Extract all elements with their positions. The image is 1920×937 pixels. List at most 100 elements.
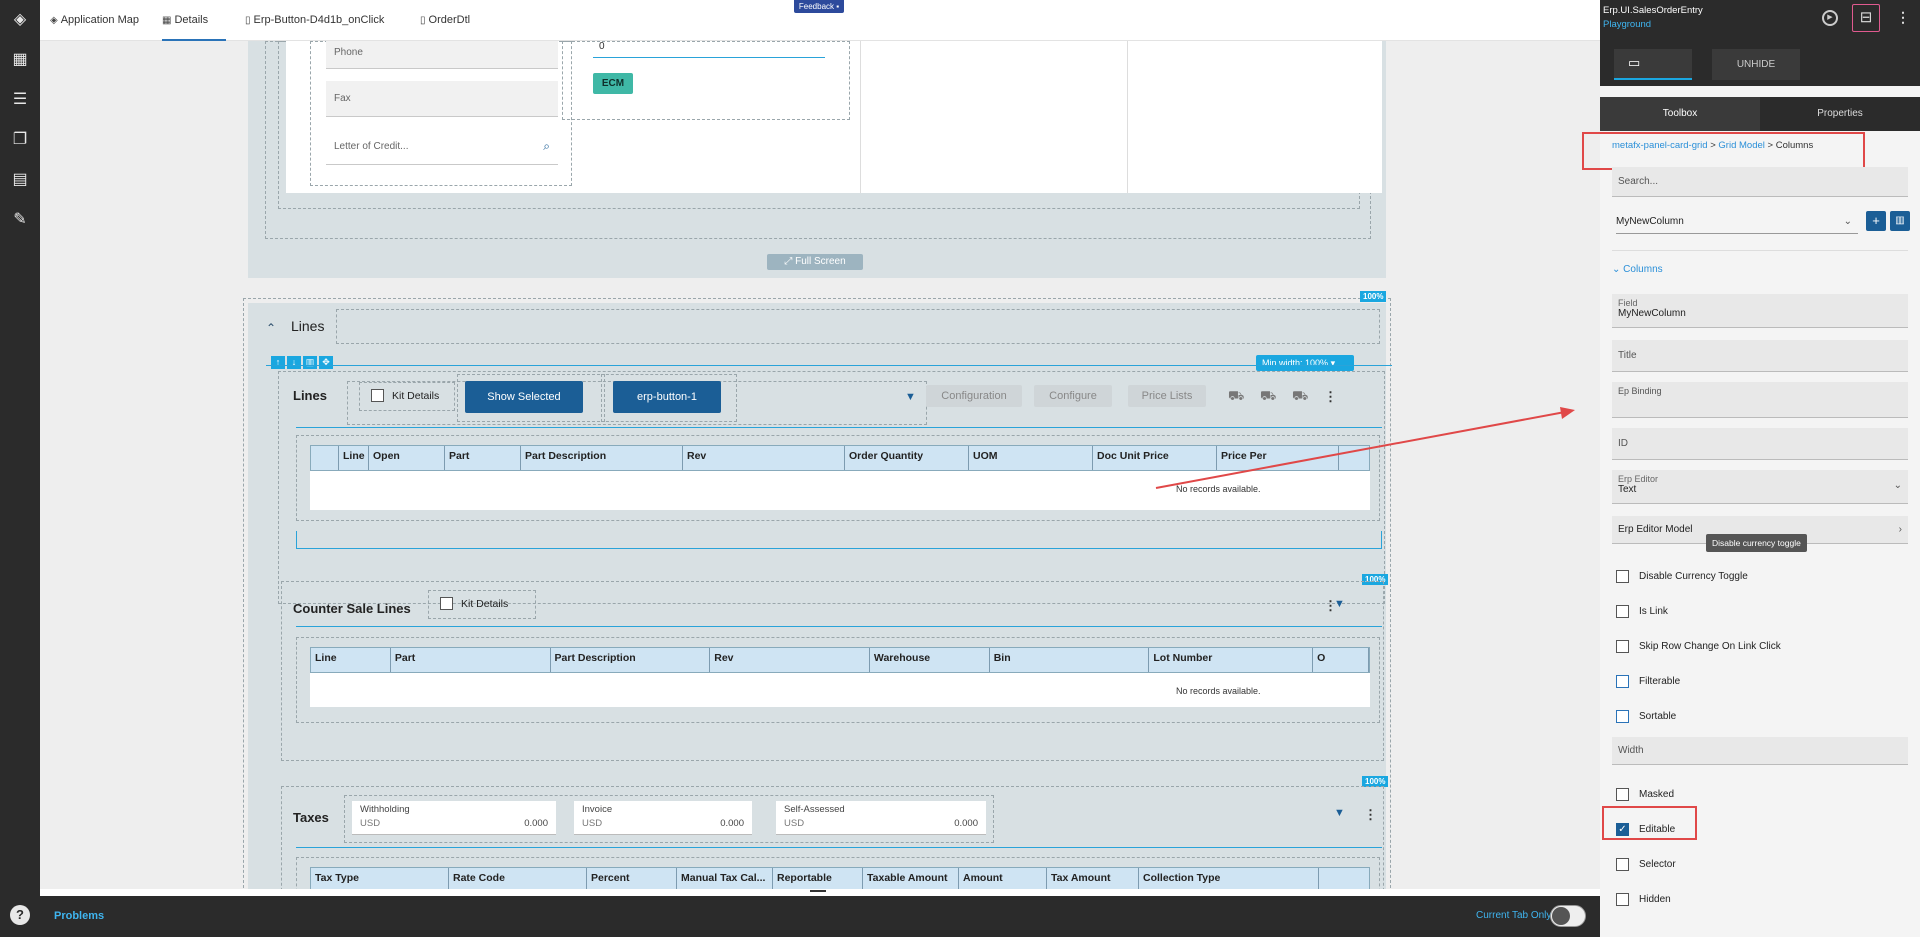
self-assessed-field[interactable]: Self-Assessed USD 0.000	[776, 801, 986, 835]
counter-more-icon[interactable]: ⋮	[1324, 598, 1337, 614]
ecm-button[interactable]: ECM	[593, 73, 633, 94]
layout-icon[interactable]: ▦	[10, 50, 30, 70]
checkbox-box[interactable]	[1616, 893, 1629, 906]
chat-icon: ▪	[836, 2, 840, 11]
arrow-up-icon[interactable]: ↑	[271, 356, 285, 369]
taxes-title: Taxes	[293, 810, 329, 825]
save-icon[interactable]: ⊟	[1852, 4, 1880, 32]
filter-icon[interactable]: ▼	[905, 391, 916, 403]
table-icon[interactable]: ▤	[10, 170, 30, 190]
ep-binding-input[interactable]: Ep Binding	[1612, 382, 1908, 418]
arrow-down-icon[interactable]: ↓	[287, 356, 301, 369]
search-input[interactable]: Search...	[1612, 167, 1908, 197]
tab-details[interactable]: ▦ Details	[162, 14, 226, 41]
column-header[interactable]: Order Quantity	[845, 446, 969, 470]
column-header[interactable]: Part	[445, 446, 521, 470]
search-doc-icon[interactable]: ⌕	[543, 139, 550, 154]
configuration-button[interactable]: Configuration	[926, 385, 1022, 407]
width-input[interactable]: Width	[1612, 737, 1908, 765]
numeric-field[interactable]: 0	[593, 41, 825, 58]
checkbox-box[interactable]	[1616, 640, 1629, 653]
menu-dots-icon[interactable]: ⋮	[1896, 9, 1910, 26]
cube-icon: ◈	[50, 15, 58, 26]
column-header[interactable]: Warehouse	[870, 648, 990, 672]
laptop-icon[interactable]: ▭	[1614, 49, 1692, 80]
feedback-button[interactable]: Feedback ▪	[794, 0, 844, 13]
checkbox-is-link[interactable]: Is Link	[1616, 605, 1668, 618]
taxes-more-icon[interactable]: ⋮	[1364, 807, 1377, 823]
checkbox-box[interactable]	[1616, 788, 1629, 801]
current-tab-only-toggle[interactable]	[1550, 905, 1586, 927]
erp-button-1[interactable]: erp-button-1	[613, 381, 721, 413]
pages-icon[interactable]: ❐	[10, 130, 30, 150]
column-header[interactable]: Line	[339, 446, 369, 470]
column-header[interactable]: Line	[311, 648, 391, 672]
field-input[interactable]: Field MyNewColumn	[1612, 294, 1908, 328]
column-header[interactable]: Rev	[683, 446, 845, 470]
select-column[interactable]	[311, 446, 339, 470]
checkbox-box[interactable]	[1616, 675, 1629, 688]
delete-icon[interactable]: ▥	[303, 356, 317, 369]
checkbox-disable-currency-toggle[interactable]: Disable Currency Toggle	[1616, 570, 1748, 583]
column-header[interactable]: Bin	[990, 648, 1150, 672]
column-header[interactable]: UOM	[969, 446, 1093, 470]
edit-doc-icon[interactable]: ✎	[10, 210, 30, 230]
annotation-arrow	[1155, 407, 1575, 489]
column-header[interactable]: Rev	[710, 648, 870, 672]
tab-properties[interactable]: Properties	[1760, 97, 1920, 131]
checkbox-box[interactable]	[1616, 858, 1629, 871]
column-header[interactable]: Part	[391, 648, 551, 672]
kit-details-box[interactable]	[371, 389, 384, 402]
layers-icon[interactable]: ◈	[10, 10, 30, 30]
chevron-down-icon: ⌄	[1612, 264, 1621, 275]
withholding-field[interactable]: Withholding USD 0.000	[352, 801, 556, 835]
show-selected-button[interactable]: Show Selected	[465, 381, 583, 413]
selection-line	[266, 365, 1392, 366]
checkbox-filterable[interactable]: Filterable	[1616, 675, 1680, 688]
checkbox-skip-row-change-on-link-click[interactable]: Skip Row Change On Link Click	[1616, 640, 1781, 653]
checkbox-label: Selector	[1639, 859, 1676, 870]
tab-orderdtl[interactable]: ▯ OrderDtl	[420, 14, 470, 41]
add-column-button[interactable]: +	[1866, 211, 1886, 231]
checkbox-masked[interactable]: Masked	[1616, 788, 1674, 801]
column-select[interactable]: MyNewColumn ⌄	[1616, 208, 1858, 234]
problems-link[interactable]: Problems	[54, 910, 104, 922]
checkbox-hidden[interactable]: Hidden	[1616, 893, 1671, 906]
letter-of-credit-field[interactable]: Letter of Credit... ⌕	[326, 129, 558, 165]
checklist-icon[interactable]: ☰	[10, 90, 30, 110]
checkbox-box[interactable]	[1616, 710, 1629, 723]
collapse-icon[interactable]: ⌃	[266, 321, 276, 335]
column-header[interactable]: Part Description	[551, 648, 711, 672]
checkbox-selector[interactable]: Selector	[1616, 858, 1676, 871]
title-input[interactable]: Title	[1612, 340, 1908, 372]
phone-field[interactable]: Phone	[326, 41, 558, 69]
column-header[interactable]: Part Description	[521, 446, 683, 470]
grid-icon: ▦	[162, 15, 172, 26]
checkbox-box[interactable]	[1616, 605, 1629, 618]
configure-button[interactable]: Configure	[1034, 385, 1112, 407]
resize-handle[interactable]	[810, 890, 826, 892]
columns-section-header[interactable]: ⌄ Columns	[1612, 264, 1663, 275]
min-width-dropdown[interactable]: Min width: 100% ▾	[1256, 355, 1354, 371]
erp-editor-select[interactable]: Erp Editor Text ⌄	[1612, 470, 1908, 504]
column-header[interactable]: O	[1313, 648, 1369, 672]
move-icon[interactable]: ✥	[319, 356, 333, 369]
column-header[interactable]: Open	[369, 446, 445, 470]
fax-field[interactable]: Fax	[326, 81, 558, 117]
full-screen-button[interactable]: ⤢ Full Screen	[767, 254, 863, 270]
play-icon[interactable]: ▶	[1822, 10, 1838, 26]
unhide-button[interactable]: UNHIDE	[1712, 49, 1800, 80]
tab-toolbox[interactable]: Toolbox	[1600, 97, 1760, 131]
id-input[interactable]: ID	[1612, 428, 1908, 460]
column-header[interactable]: Lot Number	[1149, 648, 1314, 672]
invoice-field[interactable]: Invoice USD 0.000	[574, 801, 752, 835]
current-tab-only-label: Current Tab Only	[1476, 910, 1552, 921]
counter-kit-box[interactable]	[440, 597, 453, 610]
delete-column-icon[interactable]: ▥	[1890, 211, 1910, 231]
help-icon[interactable]: ?	[10, 905, 30, 925]
tab-erp-button-onclick[interactable]: ▯ Erp-Button-D4d1b_onClick	[245, 14, 384, 41]
tab-application-map[interactable]: ◈ Application Map	[50, 14, 139, 41]
checkbox-sortable[interactable]: Sortable	[1616, 710, 1676, 723]
filter-icon[interactable]: ▼	[1334, 807, 1345, 819]
checkbox-box[interactable]	[1616, 570, 1629, 583]
